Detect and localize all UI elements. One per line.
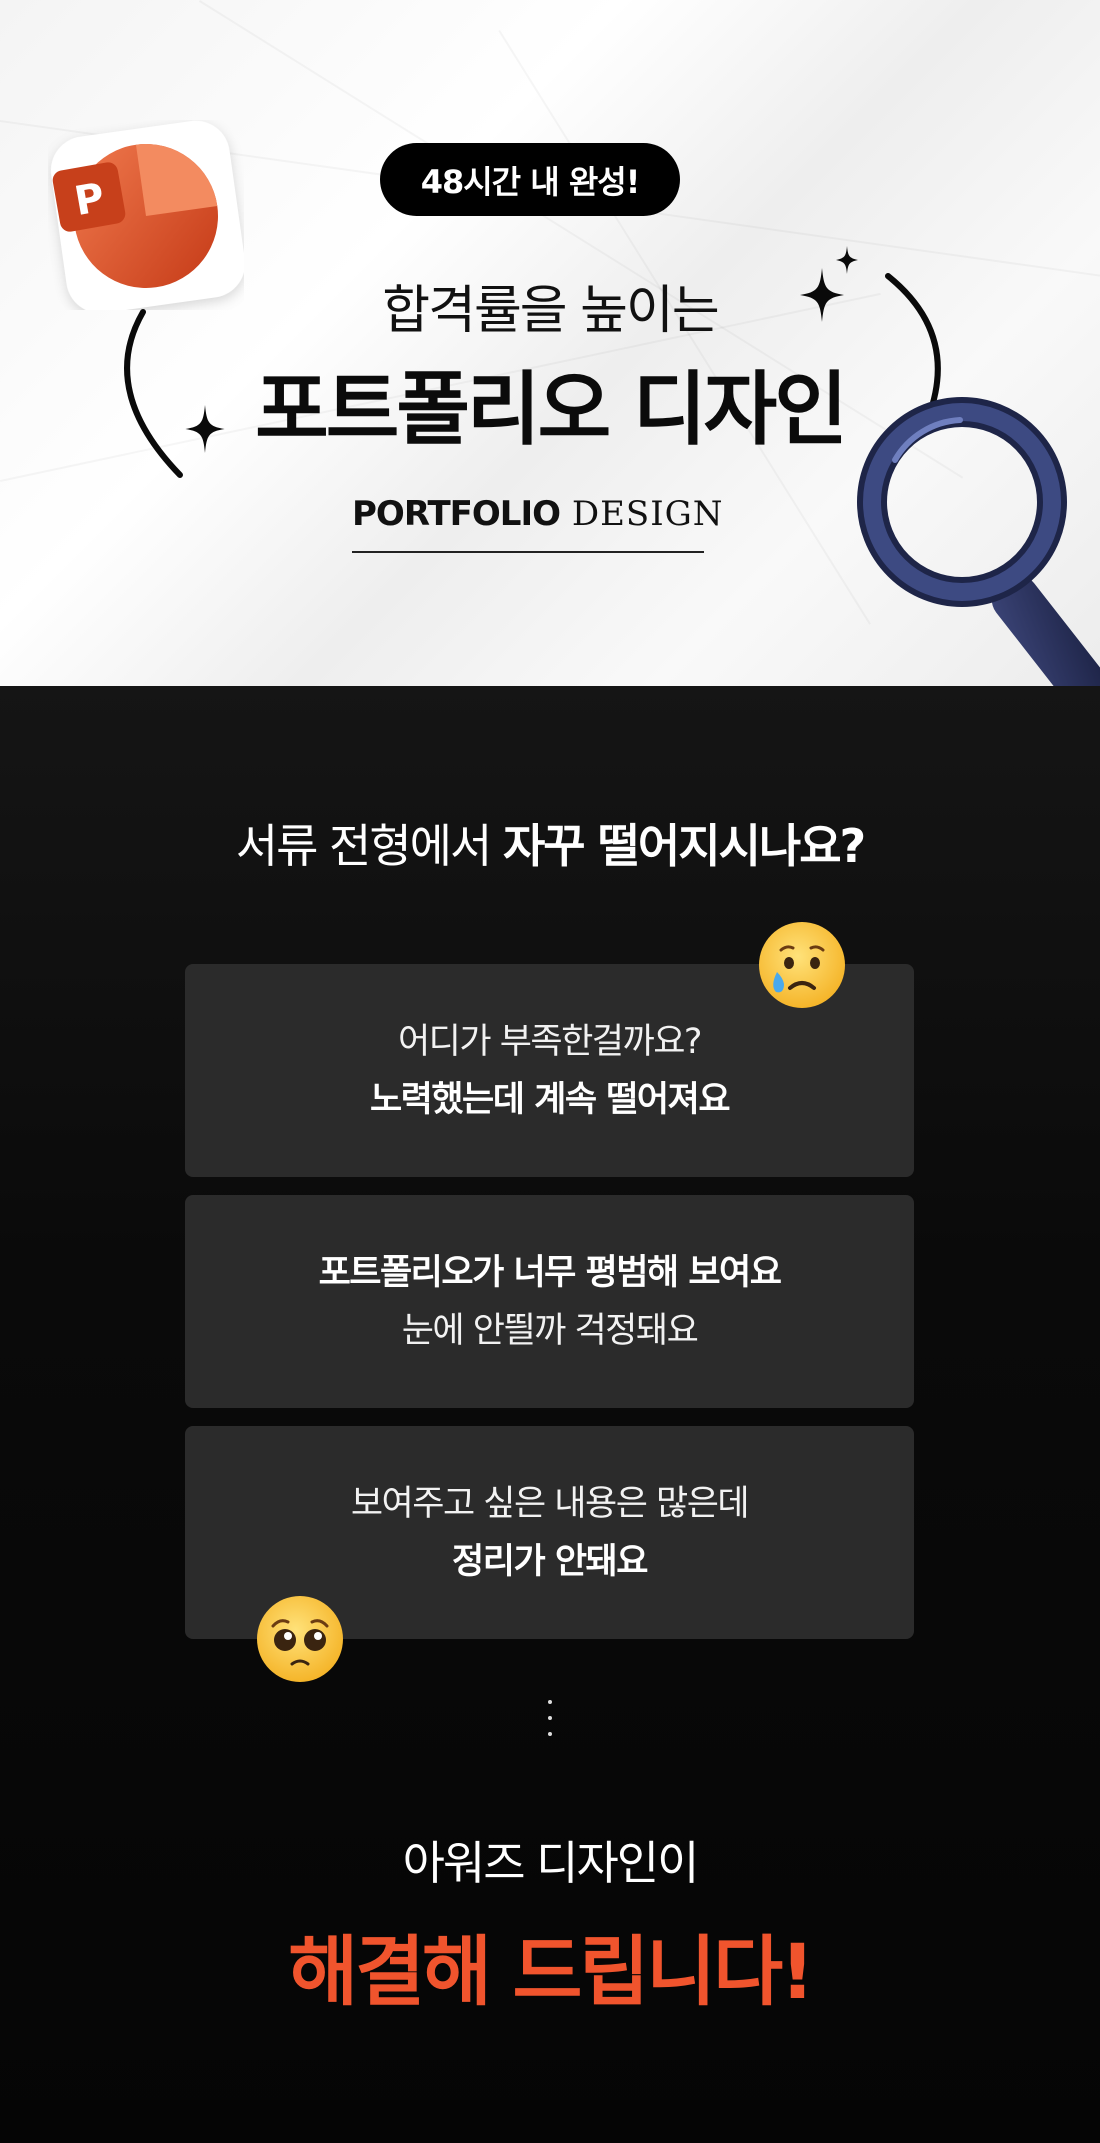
solution-lead: 아워즈 디자인이 [402,1836,700,1890]
card-line: 눈에 안띌까 걱정돼요 [401,1310,699,1351]
hero-section: P 48시간 내 완성! 합격률을 높이는 포트폴리오 디자인 PORTFOLI… [0,0,1100,686]
english-title-light: DESIGN [560,494,724,534]
hero-title: 포트폴리오 디자인 [255,363,848,456]
pleading-face-emoji [257,1596,343,1682]
english-title: PORTFOLIO DESIGN [352,494,723,534]
delivery-badge: 48시간 내 완성! [380,143,680,216]
problem-question: 서류 전형에서 자꾸 떨어지시나요? [0,810,1100,876]
card-line: 어디가 부족한걸까요? [397,1021,703,1062]
hero-subtitle: 합격률을 높이는 [382,281,719,341]
solution-headline: 해결해 드립니다! [288,1927,815,2016]
ellipsis-dots [546,1700,554,1748]
card-line-strong: 노력했는데 계속 떨어져요 [369,1079,731,1120]
english-title-bold: PORTFOLIO [352,494,561,534]
title-underline [352,551,704,553]
question-light: 서류 전형에서 [235,819,503,873]
card-line-strong: 정리가 안돼요 [452,1541,648,1582]
problem-card-2: 포트폴리오가 너무 평범해 보여요 눈에 안띌까 걱정돼요 [185,1195,914,1408]
crying-face-emoji [759,922,845,1008]
card-line: 보여주고 싶은 내용은 많은데 [350,1483,750,1524]
question-bold: 자꾸 떨어지시나요? [502,819,866,873]
card-line-strong: 포트폴리오가 너무 평범해 보여요 [318,1252,782,1293]
